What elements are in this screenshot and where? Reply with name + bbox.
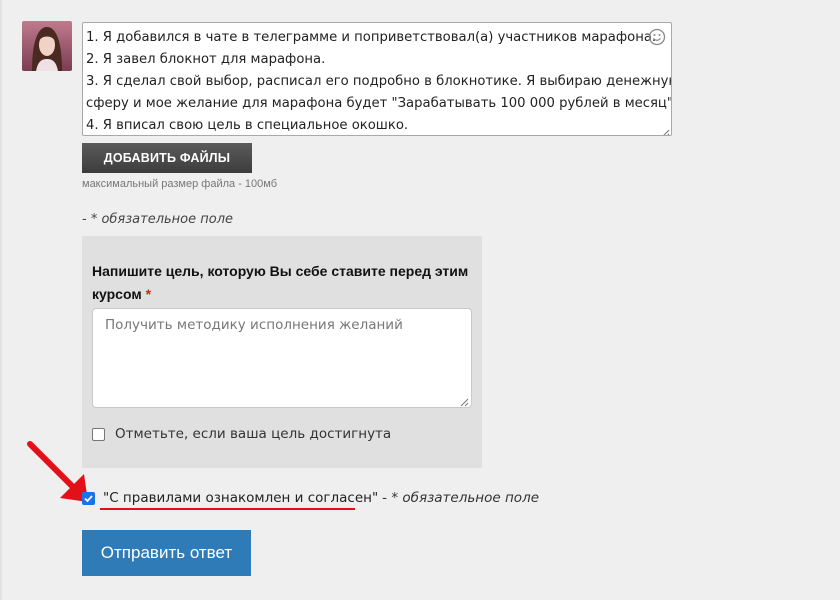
avatar — [22, 21, 72, 71]
max-file-size-hint: максимальный размер файла - 100мб — [82, 178, 277, 190]
left-divider — [0, 0, 2, 600]
comment-line: 4. Я вписал свою цель в специальное окош… — [86, 118, 409, 133]
required-star: * — [145, 286, 152, 302]
agreement-separator: - — [382, 490, 392, 506]
agreement-required-note: - * обязательное поле — [382, 490, 539, 506]
goal-achieved-label[interactable]: Отметьте, если ваша цель достигнута — [115, 426, 391, 442]
goal-textarea[interactable]: Получить методику исполнения желаний — [92, 308, 472, 408]
smile-icon[interactable] — [648, 28, 666, 46]
submit-answer-button[interactable]: Отправить ответ — [82, 530, 251, 576]
agreement-checkbox[interactable] — [82, 491, 95, 505]
goal-question: Напишите цель, которую Вы себе ставите п… — [92, 260, 477, 306]
checkmark-icon — [84, 494, 93, 502]
resize-handle-icon[interactable] — [660, 124, 670, 135]
resize-handle-icon[interactable] — [459, 395, 469, 407]
add-files-button[interactable]: ДОБАВИТЬ ФАЙЛЫ — [82, 143, 252, 173]
goal-achieved-row: Отметьте, если ваша цель достигнута — [92, 426, 391, 442]
comment-textarea[interactable]: 1. Я добавился в чате в телеграмме и поп… — [82, 22, 672, 136]
goal-achieved-checkbox[interactable] — [92, 427, 105, 441]
comment-line: 1. Я добавился в чате в телеграмме и поп… — [86, 30, 657, 45]
required-note-prefix: - — [82, 212, 91, 227]
agreement-note-text: * обязательное поле — [391, 490, 539, 506]
agreement-row: "С правилами ознакомлен и согласен" - * … — [82, 490, 539, 506]
required-field-note: - * обязательное поле — [82, 212, 233, 227]
agreement-label[interactable]: "С правилами ознакомлен и согласен" — [103, 490, 378, 506]
goal-placeholder: Получить методику исполнения желаний — [105, 317, 403, 333]
comment-line: сферу и мое желание для марафона будет "… — [86, 96, 672, 111]
red-underline-annotation — [100, 508, 355, 510]
comment-line: 2. Я завел блокнот для марафона. — [86, 52, 326, 67]
required-note-text: * обязательное поле — [90, 212, 234, 227]
goal-panel: Напишите цель, которую Вы себе ставите п… — [82, 236, 482, 468]
comment-line: 3. Я сделал свой выбор, расписал его под… — [86, 74, 672, 89]
